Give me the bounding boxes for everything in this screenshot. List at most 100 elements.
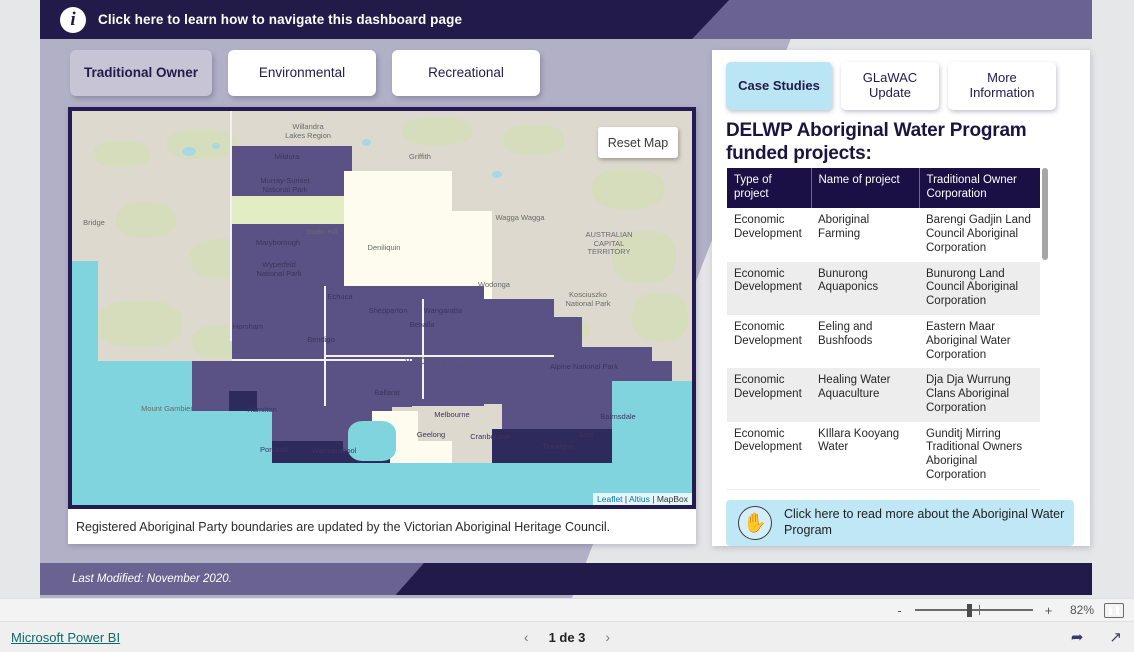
map-vegetation <box>502 125 564 155</box>
tab-glawac-update[interactable]: GLaWAC Update <box>841 62 939 110</box>
map-vegetation <box>612 231 676 283</box>
map-ocean <box>612 381 692 505</box>
altius-link[interactable]: Altius <box>629 494 650 504</box>
table-row[interactable]: Economic Development Healing Water Aquac… <box>727 368 1040 422</box>
cell-type: Economic Development <box>727 208 811 262</box>
map-vegetation <box>402 117 472 145</box>
map-state-border <box>230 111 232 341</box>
tab-recreational[interactable]: Recreational <box>392 50 540 96</box>
table-row[interactable]: Economic Development Eeling and Bushfood… <box>727 314 1040 369</box>
projects-table: Type of project Name of project Traditio… <box>727 168 1040 490</box>
cell-name: KIllara Kooyang Water <box>811 421 919 489</box>
table-row[interactable]: Economic Development Native Fish Aquacul… <box>727 488 1040 490</box>
banner-label: Click here to learn how to navigate this… <box>98 12 463 27</box>
cell-corporation: Barengi Gadjin Land Council Aboriginal C… <box>919 208 1040 262</box>
map-lake <box>492 171 502 178</box>
map-canvas[interactable]: Willandra Lakes Region Mildura Griffith … <box>72 111 692 505</box>
map-ocean <box>72 361 192 505</box>
fullscreen-icon[interactable]: ↗ <box>1109 630 1122 645</box>
attribution-separator: | <box>624 494 628 504</box>
case-studies-panel: Case Studies GLaWAC Update More Informat… <box>712 50 1090 546</box>
tab-more-information[interactable]: More Information <box>948 62 1056 110</box>
zoom-slider-thumb[interactable] <box>967 604 972 617</box>
aboriginal-water-program-link[interactable]: ✋ Click here to read more about the Abor… <box>726 500 1074 546</box>
map-vegetation <box>116 203 176 237</box>
fit-to-page-icon[interactable] <box>1104 602 1124 618</box>
table-row[interactable]: Economic Development Aboriginal Farming … <box>727 208 1040 262</box>
cell-corporation: Eastern Maar Aboriginal Water Corporatio… <box>919 314 1040 369</box>
category-tab-group: Traditional Owner Environmental Recreati… <box>70 50 540 96</box>
info-icon: i <box>60 6 86 33</box>
map-state-border <box>232 359 412 361</box>
map-bay <box>348 421 396 461</box>
map-rap-region-highlight[interactable] <box>492 429 612 463</box>
map-lake <box>362 139 371 146</box>
navigation-help-banner[interactable]: i Click here to learn how to navigate th… <box>40 0 1092 39</box>
powerbi-status-bar: - + 82% <box>0 598 1134 622</box>
map-lake <box>212 143 220 149</box>
zoom-slider-notch <box>979 605 980 615</box>
share-icon[interactable]: ➦ <box>1071 630 1084 645</box>
cell-type: Economic Development <box>727 488 811 490</box>
panel-tab-group: Case Studies GLaWAC Update More Informat… <box>726 62 1056 110</box>
map-vegetation <box>94 141 150 167</box>
cell-corporation: Dja Dja Wurrung Clans Aboriginal Corpora… <box>919 368 1040 422</box>
zoom-slider[interactable] <box>915 604 1033 617</box>
cell-type: Economic Development <box>727 368 811 422</box>
tab-case-studies[interactable]: Case Studies <box>726 62 832 110</box>
map-state-border <box>324 286 326 406</box>
callout-label: Click here to read more about the Aborig… <box>784 507 1065 537</box>
panel-title: DELWP Aboriginal Water Program funded pr… <box>726 120 1027 164</box>
tab-traditional-owner[interactable]: Traditional Owner <box>70 50 212 96</box>
cell-corporation: Gunditj Mirring Traditional Owners Abori… <box>919 421 1040 489</box>
table-scrollbar[interactable] <box>1042 168 1048 260</box>
cell-name: Bunurong Aquaponics <box>811 261 919 315</box>
map-state-border <box>324 355 554 357</box>
map-caption: Registered Aboriginal Party boundaries a… <box>76 519 611 534</box>
map-attribution: Leaflet | Altius | MapBox <box>593 493 692 505</box>
cell-name: Aboriginal Farming <box>811 208 919 262</box>
cell-corporation: Bunurong Land Council Aboriginal Corpora… <box>919 261 1040 315</box>
tab-environmental[interactable]: Environmental <box>228 50 376 96</box>
powerbi-footer: Microsoft Power BI ‹ 1 de 3 › ➦ ↗ <box>0 622 1134 652</box>
zoom-in-button[interactable]: + <box>1043 603 1054 618</box>
next-page-button[interactable]: › <box>605 629 610 645</box>
map-frame[interactable]: Willandra Lakes Region Mildura Griffith … <box>68 107 696 509</box>
map-lake <box>182 147 196 156</box>
map-vegetation <box>592 169 664 209</box>
cell-name: Eeling and Bushfoods <box>811 314 919 369</box>
last-modified-label: Last Modified: November 2020. <box>72 573 232 585</box>
cell-corporation: First People of the Millewa-Mallee <box>919 488 1040 490</box>
map-state-border <box>422 299 424 399</box>
mapbox-label: MapBox <box>656 494 688 504</box>
cell-name: Native Fish Aquaculture <box>811 488 919 490</box>
cell-type: Economic Development <box>727 421 811 489</box>
zoom-out-button[interactable]: - <box>894 603 905 618</box>
previous-page-button[interactable]: ‹ <box>524 629 529 645</box>
table-header-row: Type of project Name of project Traditio… <box>727 168 1040 209</box>
table-row[interactable]: Economic Development Bunurong Aquaponics… <box>727 261 1040 315</box>
map-rap-region[interactable] <box>232 146 352 196</box>
map-vegetation <box>96 301 182 347</box>
column-header-corporation: Traditional Owner Corporation <box>919 168 1040 209</box>
hand-icon: ✋ <box>738 506 772 540</box>
map-rap-region[interactable] <box>232 196 350 224</box>
zoom-slider-track <box>915 609 1033 611</box>
map-ocean <box>72 261 98 381</box>
page-indicator: 1 de 3 <box>548 629 586 645</box>
footer-actions: ➦ ↗ <box>1071 630 1122 645</box>
map-vegetation <box>167 129 237 159</box>
table-row[interactable]: Economic Development KIllara Kooyang Wat… <box>727 421 1040 489</box>
banner-content: i Click here to learn how to navigate th… <box>40 0 1092 39</box>
leaflet-link[interactable]: Leaflet <box>597 494 623 504</box>
projects-table-container[interactable]: Type of project Name of project Traditio… <box>727 168 1052 490</box>
reset-map-button[interactable]: Reset Map <box>598 127 678 158</box>
column-header-type: Type of project <box>727 168 812 209</box>
page-navigation: ‹ 1 de 3 › <box>0 629 1134 645</box>
attribution-separator: | <box>652 494 655 504</box>
cell-type: Economic Development <box>727 314 811 369</box>
map-vegetation <box>632 293 688 341</box>
map-card: Willandra Lakes Region Mildura Griffith … <box>68 107 696 544</box>
report-canvas: i Click here to learn how to navigate th… <box>0 0 1134 598</box>
report-footer-bar: Last Modified: November 2020. <box>40 563 1092 595</box>
